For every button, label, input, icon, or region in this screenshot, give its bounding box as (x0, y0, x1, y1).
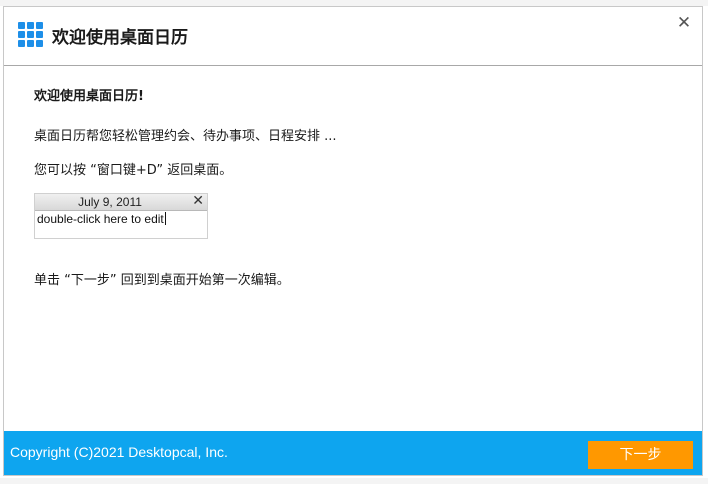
dialog-footer: Copyright (C)2021 Desktopcal, Inc. 下一步 (4, 431, 702, 475)
shortcut-tip: 您可以按 “窗口键+D” 返回桌面。 (34, 163, 233, 178)
welcome-heading: 欢迎使用桌面日历! (34, 89, 144, 104)
app-grid-icon (18, 22, 44, 48)
dialog-title: 欢迎使用桌面日历 (52, 28, 188, 48)
description-text: 桌面日历帮您轻松管理约会、待办事项、日程安排 ... (34, 129, 337, 144)
next-step-tip: 单击 “下一步” 回到到桌面开始第一次编辑。 (34, 273, 290, 288)
close-icon[interactable]: ✕ (674, 13, 694, 33)
note-edit-area[interactable]: double-click here to edit (37, 212, 166, 226)
note-date: July 9, 2011 (78, 195, 142, 209)
background-window-bottom (0, 478, 708, 484)
welcome-dialog: 欢迎使用桌面日历 ✕ 欢迎使用桌面日历! 桌面日历帮您轻松管理约会、待办事项、日… (3, 6, 703, 476)
text-caret (164, 212, 166, 225)
dialog-header: 欢迎使用桌面日历 ✕ (4, 7, 702, 66)
note-header: July 9, 2011 ✕ (35, 193, 207, 211)
next-button[interactable]: 下一步 (588, 441, 693, 469)
note-close-icon[interactable]: ✕ (192, 193, 204, 209)
sample-note-widget[interactable]: July 9, 2011 ✕ double-click here to edit (34, 193, 208, 239)
note-body-text: double-click here to edit (37, 212, 164, 226)
copyright-text: Copyright (C)2021 Desktopcal, Inc. (10, 444, 228, 460)
